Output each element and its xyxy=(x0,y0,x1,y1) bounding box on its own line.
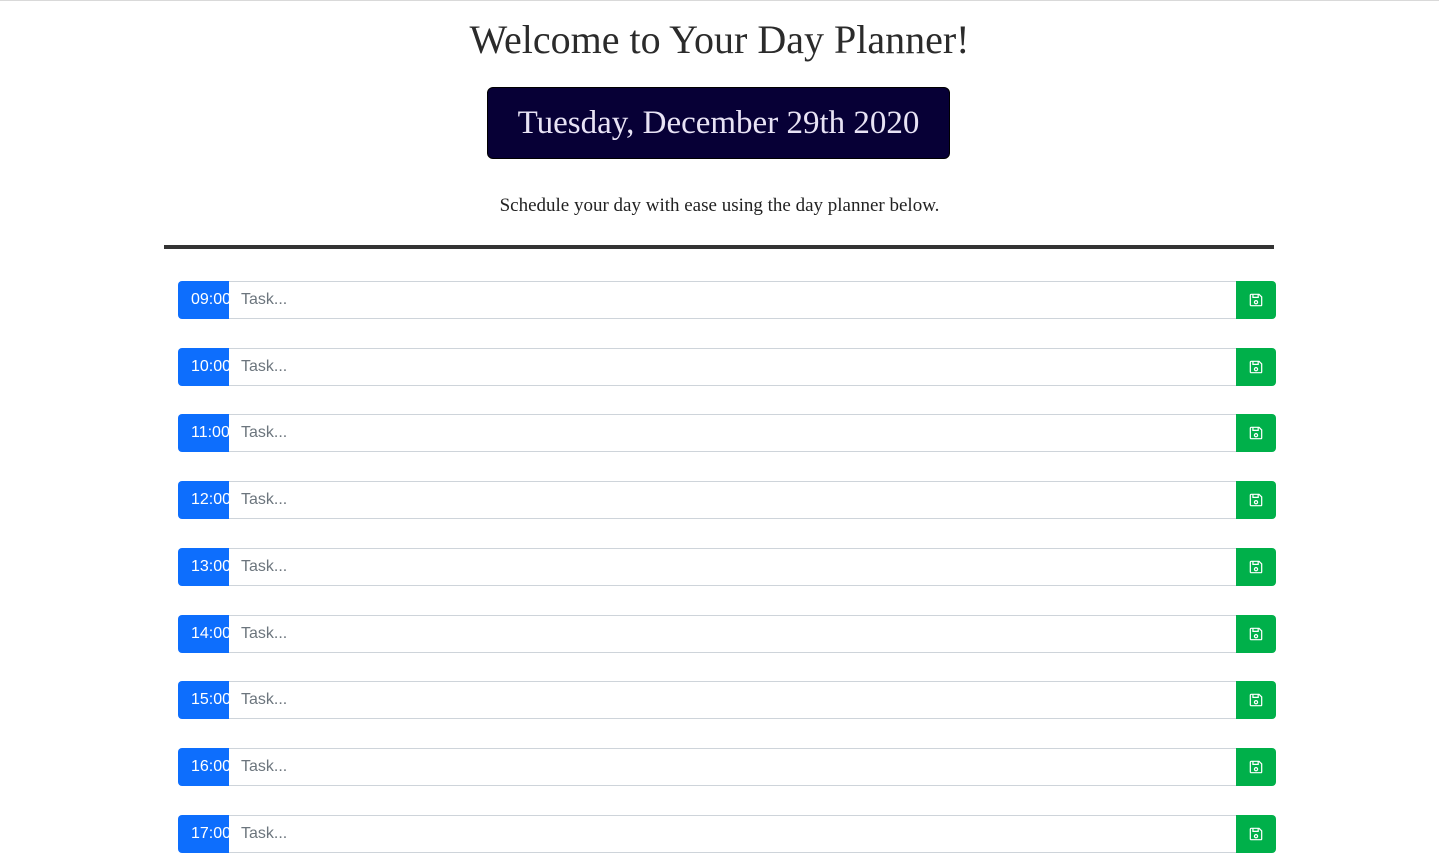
save-button[interactable] xyxy=(1236,548,1276,586)
save-button[interactable] xyxy=(1236,681,1276,719)
floppy-disk-icon xyxy=(1249,760,1263,774)
hour-label: 17:00 xyxy=(178,815,229,853)
time-block-row: 15:00 xyxy=(178,681,1276,719)
page-subtitle: Schedule your day with ease using the da… xyxy=(499,195,940,216)
time-block-row: 17:00 xyxy=(178,815,1276,853)
save-button[interactable] xyxy=(1236,348,1276,386)
task-input[interactable] xyxy=(229,681,1236,719)
floppy-disk-icon xyxy=(1249,293,1263,307)
task-input[interactable] xyxy=(229,481,1236,519)
time-block-row: 10:00 xyxy=(178,348,1276,386)
hour-label: 15:00 xyxy=(178,681,229,719)
hour-label: 13:00 xyxy=(178,548,229,586)
floppy-disk-icon xyxy=(1249,426,1263,440)
floppy-disk-icon xyxy=(1249,360,1263,374)
time-block-row: 12:00 xyxy=(178,481,1276,519)
header-divider xyxy=(164,245,1274,249)
time-block-row: 14:00 xyxy=(178,615,1276,653)
task-input[interactable] xyxy=(229,414,1236,452)
save-button[interactable] xyxy=(1236,815,1276,853)
time-block-row: 13:00 xyxy=(178,548,1276,586)
hour-label: 11:00 xyxy=(178,414,229,452)
hour-label: 09:00 xyxy=(178,281,229,319)
time-block-row: 16:00 xyxy=(178,748,1276,786)
task-input[interactable] xyxy=(229,748,1236,786)
task-input[interactable] xyxy=(229,615,1236,653)
current-date: Tuesday, December 29th 2020 xyxy=(517,104,920,141)
task-input[interactable] xyxy=(229,815,1236,853)
floppy-disk-icon xyxy=(1249,560,1263,574)
task-input[interactable] xyxy=(229,348,1236,386)
task-input[interactable] xyxy=(229,548,1236,586)
save-button[interactable] xyxy=(1236,615,1276,653)
hour-label: 10:00 xyxy=(178,348,229,386)
hour-label: 12:00 xyxy=(178,481,229,519)
floppy-disk-icon xyxy=(1249,627,1263,641)
hour-label: 16:00 xyxy=(178,748,229,786)
hour-label: 14:00 xyxy=(178,615,229,653)
page-title: Welcome to Your Day Planner! xyxy=(469,17,970,62)
save-button[interactable] xyxy=(1236,281,1276,319)
top-border xyxy=(0,0,1439,1)
time-block-row: 11:00 xyxy=(178,414,1276,452)
save-button[interactable] xyxy=(1236,748,1276,786)
task-input[interactable] xyxy=(229,281,1236,319)
current-date-box: Tuesday, December 29th 2020 xyxy=(487,87,950,159)
floppy-disk-icon xyxy=(1249,493,1263,507)
save-button[interactable] xyxy=(1236,414,1276,452)
floppy-disk-icon xyxy=(1249,827,1263,841)
floppy-disk-icon xyxy=(1249,693,1263,707)
time-block-row: 09:00 xyxy=(178,281,1276,319)
save-button[interactable] xyxy=(1236,481,1276,519)
